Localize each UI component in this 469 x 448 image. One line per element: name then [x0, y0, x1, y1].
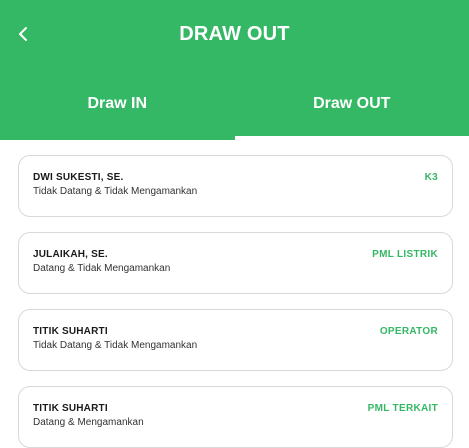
chevron-left-icon [18, 26, 28, 42]
person-name: TITIK SUHARTI [33, 326, 108, 337]
list-item[interactable]: TITIK SUHARTI Tidak Datang & Tidak Menga… [18, 309, 453, 371]
attendance-status: Tidak Datang & Tidak Mengamankan [33, 340, 198, 351]
person-name: DWI SUKESTI, SE. [33, 172, 124, 183]
role-label: PML TERKAIT [367, 403, 438, 414]
draw-out-list: DWI SUKESTI, SE. Tidak Datang & Tidak Me… [18, 155, 453, 448]
attendance-status: Datang & Mengamankan [33, 417, 144, 428]
role-label: K3 [424, 172, 438, 183]
list-item[interactable]: DWI SUKESTI, SE. Tidak Datang & Tidak Me… [18, 155, 453, 217]
list-item[interactable]: TITIK SUHARTI Datang & Mengamankan PML T… [18, 386, 453, 448]
top-app-bar: DRAW OUT [0, 0, 469, 68]
tab-bar: Draw IN Draw OUT [0, 68, 469, 140]
tab-draw-in[interactable]: Draw IN [0, 68, 235, 140]
list-item[interactable]: JULAIKAH, SE. Datang & Tidak Mengamankan… [18, 232, 453, 294]
attendance-status: Datang & Tidak Mengamankan [33, 263, 171, 274]
back-button[interactable] [6, 22, 40, 46]
app-screen: DRAW OUT Draw IN Draw OUT DWI SUKESTI, S… [0, 0, 469, 448]
page-title: DRAW OUT [179, 22, 290, 45]
attendance-status: Tidak Datang & Tidak Mengamankan [33, 186, 198, 197]
role-label: PML LISTRIK [372, 249, 438, 260]
tab-label: Draw OUT [313, 95, 391, 112]
role-label: OPERATOR [379, 326, 438, 337]
tab-draw-out[interactable]: Draw OUT [234, 68, 469, 140]
tab-indicator [234, 136, 469, 140]
tab-label: Draw IN [87, 95, 148, 112]
